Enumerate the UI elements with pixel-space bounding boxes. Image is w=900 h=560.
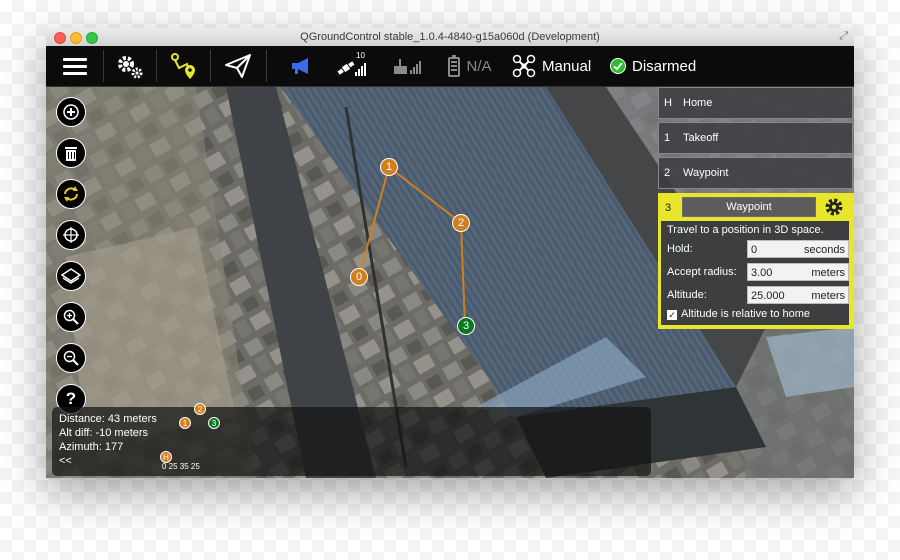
relative-altitude-label: Altitude is relative to home bbox=[681, 308, 811, 320]
delete-button[interactable] bbox=[56, 138, 86, 168]
map-layers-button[interactable] bbox=[56, 261, 86, 291]
fullscreen-icon[interactable]: ⤢ bbox=[839, 30, 848, 43]
main-toolbar: 10 N/A Manual Disarmed bbox=[46, 46, 854, 87]
mission-item-waypoint[interactable]: 2 Waypoint bbox=[658, 157, 853, 189]
hold-row: Hold: 0 seconds bbox=[667, 240, 849, 258]
accept-radius-label: Accept radius: bbox=[667, 266, 737, 278]
battery-text: N/A bbox=[466, 57, 492, 75]
zoom-in-button[interactable] bbox=[56, 302, 86, 332]
zoom-out-icon bbox=[63, 350, 79, 366]
flight-mode-label: Manual bbox=[542, 57, 592, 75]
altitude-label: Altitude: bbox=[667, 289, 707, 301]
gps-status[interactable]: 10 bbox=[334, 46, 376, 86]
azimuth-readout: Azimuth: 177 bbox=[59, 441, 124, 453]
gear-icon bbox=[825, 198, 843, 216]
plus-icon bbox=[63, 104, 79, 120]
mission-item-editor: 3 Waypoint Travel to a position in 3D sp… bbox=[658, 193, 854, 329]
command-description: Travel to a position in 3D space. bbox=[667, 224, 824, 236]
altitude-field[interactable]: 25.000 meters bbox=[747, 286, 849, 304]
hold-value: 0 bbox=[751, 244, 758, 256]
altitude-row: Altitude: 25.000 meters bbox=[667, 286, 849, 304]
accept-radius-unit: meters bbox=[811, 267, 845, 279]
map-view[interactable]: 0 1 2 3 ? H Home 1 Takeoff 2 Waypoint 3 … bbox=[46, 87, 854, 478]
paper-plane-icon bbox=[225, 54, 251, 78]
messages-button[interactable] bbox=[286, 46, 316, 86]
waypoint-marker[interactable]: 2 bbox=[452, 214, 470, 232]
waypoint-marker[interactable]: 1 bbox=[380, 158, 398, 176]
mission-item-label: Home bbox=[683, 97, 713, 109]
settings-button[interactable] bbox=[110, 46, 150, 86]
question-icon: ? bbox=[65, 389, 77, 408]
checkmark-icon: ✓ bbox=[667, 310, 677, 320]
trash-icon bbox=[65, 147, 77, 161]
accept-radius-value: 3.00 bbox=[751, 267, 773, 279]
zoom-in-icon bbox=[63, 309, 79, 325]
alt-diff-readout: Alt diff: -10 meters bbox=[59, 427, 149, 439]
layers-icon bbox=[61, 268, 81, 284]
app-window: QGroundControl stable_1.0.4-4840-g15a060… bbox=[46, 28, 854, 478]
quadcopter-icon bbox=[512, 54, 536, 78]
hold-label: Hold: bbox=[667, 243, 693, 255]
profile-waypoint-marker: 1 bbox=[179, 417, 191, 429]
arm-status-label: Disarmed bbox=[632, 57, 697, 75]
sync-arrows-icon bbox=[64, 186, 78, 202]
window-title: QGroundControl stable_1.0.4-4840-g15a060… bbox=[300, 31, 600, 43]
satellite-icon bbox=[337, 61, 366, 76]
sync-button[interactable] bbox=[56, 179, 86, 209]
mission-item-number: 1 bbox=[664, 132, 671, 144]
mission-item-number: 2 bbox=[664, 167, 671, 179]
editor-body: Travel to a position in 3D space. Hold: … bbox=[661, 221, 849, 325]
mission-item-label: Waypoint bbox=[683, 167, 729, 179]
item-settings-button[interactable] bbox=[822, 196, 846, 218]
mission-info-panel: Distance: 43 meters Alt diff: -10 meters… bbox=[52, 403, 651, 476]
check-circle-icon bbox=[610, 58, 626, 74]
add-waypoint-button[interactable] bbox=[56, 97, 86, 127]
profile-axis-labels: 0 25 35 25 bbox=[162, 462, 200, 471]
mission-item-takeoff[interactable]: 1 Takeoff bbox=[658, 122, 853, 154]
plan-view-button[interactable] bbox=[164, 46, 204, 86]
battery-icon bbox=[448, 55, 461, 77]
altitude-unit: meters bbox=[811, 290, 845, 302]
altitude-value: 25.000 bbox=[751, 290, 785, 302]
rc-rssi-status[interactable] bbox=[390, 46, 430, 86]
gears-icon bbox=[118, 56, 143, 79]
relative-altitude-checkbox[interactable]: ✓ Altitude is relative to home bbox=[667, 308, 810, 320]
megaphone-icon bbox=[292, 58, 308, 74]
command-type-selector[interactable]: Waypoint bbox=[682, 197, 816, 217]
center-map-button[interactable] bbox=[56, 220, 86, 250]
waypoint-marker[interactable]: 0 bbox=[350, 268, 368, 286]
hold-field[interactable]: 0 seconds bbox=[747, 240, 849, 258]
crosshair-icon bbox=[63, 227, 79, 243]
accept-radius-row: Accept radius: 3.00 meters bbox=[667, 263, 849, 281]
fly-view-button[interactable] bbox=[218, 46, 258, 86]
mission-plan-icon bbox=[171, 53, 195, 79]
title-bar: QGroundControl stable_1.0.4-4840-g15a060… bbox=[46, 28, 854, 47]
rc-transmitter-icon bbox=[394, 59, 421, 74]
mission-item-label: Takeoff bbox=[683, 132, 719, 144]
flight-mode-selector[interactable]: Manual bbox=[512, 46, 596, 86]
profile-waypoint-marker: 3 bbox=[208, 417, 220, 429]
profile-waypoint-marker: 2 bbox=[194, 403, 206, 415]
gps-count: 10 bbox=[356, 51, 365, 60]
battery-status[interactable]: N/A bbox=[444, 46, 496, 86]
editor-item-number: 3 bbox=[665, 202, 672, 214]
waypoint-marker-selected[interactable]: 3 bbox=[457, 317, 475, 335]
zoom-out-button[interactable] bbox=[56, 343, 86, 373]
hamburger-icon bbox=[63, 58, 87, 75]
mission-item-home[interactable]: H Home bbox=[658, 87, 853, 119]
menu-button[interactable] bbox=[54, 46, 96, 86]
accept-radius-field[interactable]: 3.00 meters bbox=[747, 263, 849, 281]
arm-status-button[interactable]: Disarmed bbox=[610, 46, 710, 86]
distance-readout: Distance: 43 meters bbox=[59, 413, 157, 425]
collapse-button[interactable]: << bbox=[59, 455, 72, 467]
mission-item-number: H bbox=[664, 97, 672, 109]
hold-unit: seconds bbox=[804, 244, 845, 256]
